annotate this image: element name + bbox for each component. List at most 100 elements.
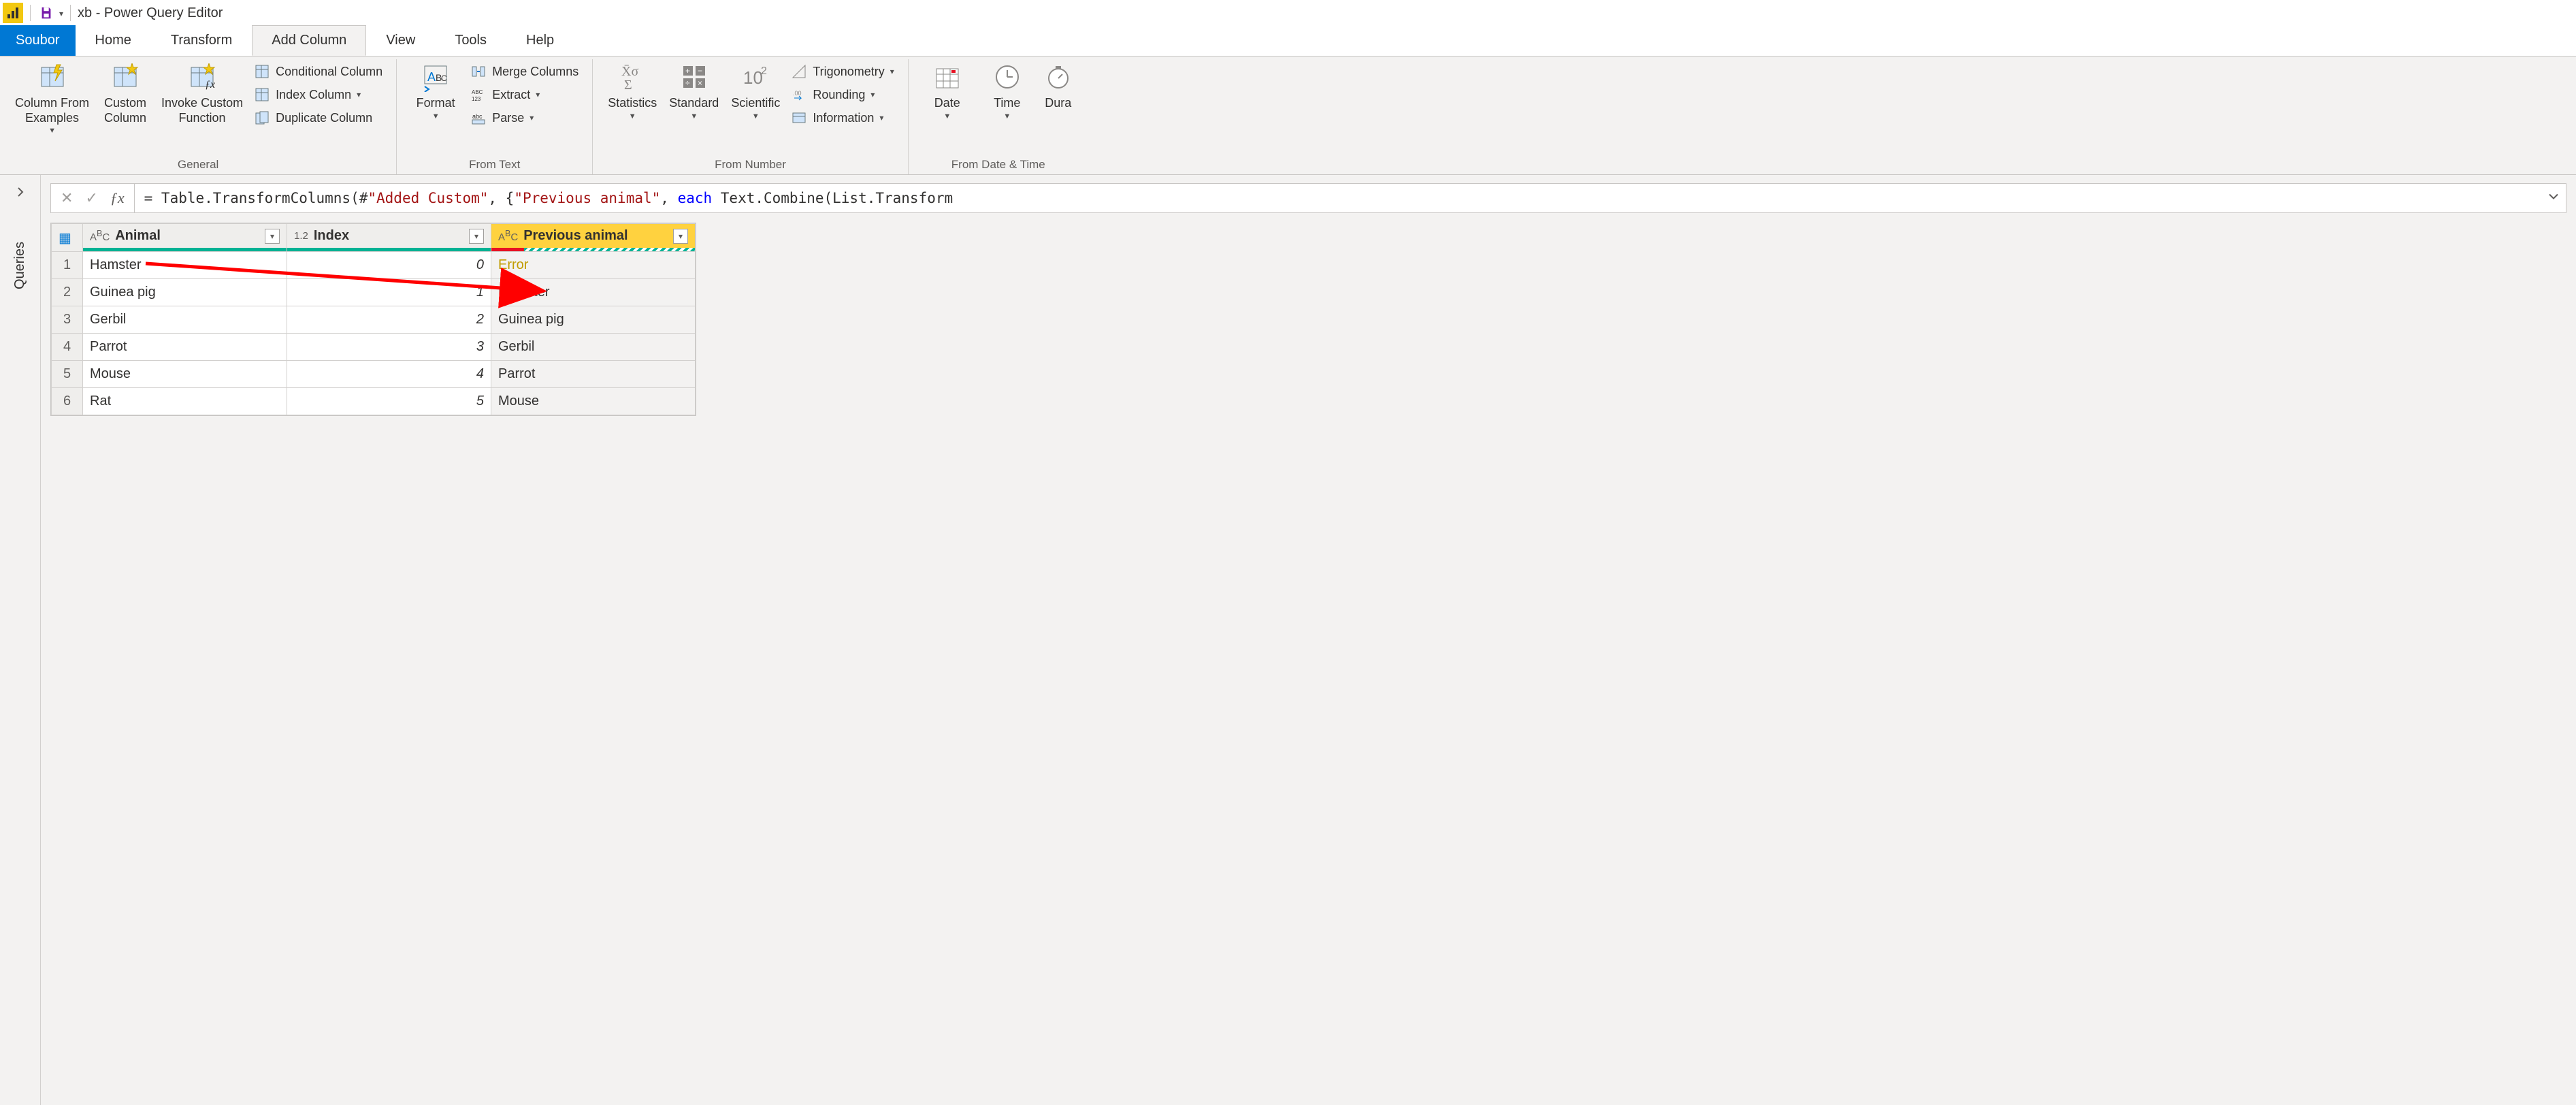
- cell-index[interactable]: 4: [287, 361, 491, 388]
- qat-dropdown[interactable]: [59, 5, 63, 20]
- scientific-icon: 102: [740, 62, 770, 92]
- save-icon[interactable]: [37, 4, 55, 22]
- clock-icon: [992, 62, 1022, 92]
- tab-file[interactable]: Soubor: [0, 25, 76, 56]
- label: Time: [994, 96, 1020, 111]
- label: Duplicate Column: [276, 111, 372, 125]
- label: Extract: [492, 88, 530, 102]
- table-row[interactable]: 6Rat5Mouse: [52, 388, 696, 415]
- queries-label: Queries: [12, 242, 28, 289]
- cell-previous-animal[interactable]: Guinea pig: [491, 306, 696, 334]
- expand-formula-icon[interactable]: [2548, 191, 2559, 206]
- column-header-animal[interactable]: ABC Animal ▾: [83, 224, 287, 252]
- cell-previous-animal[interactable]: Mouse: [491, 388, 696, 415]
- cell-index[interactable]: 1: [287, 279, 491, 306]
- svg-text:abc: abc: [472, 113, 483, 120]
- tab-transform[interactable]: Transform: [151, 25, 252, 56]
- stopwatch-icon: [1043, 62, 1073, 92]
- main-area: ✕ ✓ ƒx = Table.TransformColumns(#"Added …: [41, 175, 2576, 1105]
- data-grid[interactable]: ▦ ABC Animal ▾ 1.2: [50, 223, 696, 416]
- cell-index[interactable]: 3: [287, 334, 491, 361]
- ribbon-group-from-datetime: Date ▼ Time ▼ Dura From Date & Time: [909, 59, 1088, 174]
- chevron-down-icon: ▼: [752, 112, 760, 121]
- parse-button[interactable]: abc Parse: [466, 108, 583, 127]
- app-logo-icon: [3, 3, 23, 23]
- tab-view[interactable]: View: [366, 25, 435, 56]
- label: Trigonometry: [813, 65, 884, 79]
- rounding-icon: .00: [791, 86, 807, 103]
- time-button[interactable]: Time ▼: [978, 59, 1037, 123]
- information-button[interactable]: Information: [787, 108, 898, 127]
- column-header-previous-animal[interactable]: ABC Previous animal ▾: [491, 224, 696, 252]
- table-row[interactable]: 5Mouse4Parrot: [52, 361, 696, 388]
- duplicate-column-button[interactable]: Duplicate Column: [250, 108, 387, 127]
- table-icon: ▦: [59, 229, 71, 246]
- cell-previous-animal[interactable]: Parrot: [491, 361, 696, 388]
- custom-column-button[interactable]: Custom Column: [96, 59, 154, 128]
- rounding-button[interactable]: .00 Rounding: [787, 85, 898, 104]
- cell-animal[interactable]: Guinea pig: [83, 279, 287, 306]
- standard-button[interactable]: +−÷× Standard ▼: [664, 59, 724, 123]
- row-number[interactable]: 5: [52, 361, 83, 388]
- svg-text:ƒx: ƒx: [205, 79, 215, 91]
- invoke-custom-function-button[interactable]: ƒx Invoke Custom Function: [156, 59, 248, 128]
- cell-index[interactable]: 5: [287, 388, 491, 415]
- cancel-formula-icon[interactable]: ✕: [61, 189, 73, 207]
- table-row[interactable]: 3Gerbil2Guinea pig: [52, 306, 696, 334]
- cell-index[interactable]: 2: [287, 306, 491, 334]
- table-row[interactable]: 1Hamster0Error: [52, 252, 696, 279]
- window-title: xb - Power Query Editor: [78, 5, 223, 21]
- ribbon-group-from-number: X̄σΣ Statistics ▼ +−÷× Standard ▼ 102: [593, 59, 909, 174]
- tab-help[interactable]: Help: [506, 25, 574, 56]
- conditional-column-button[interactable]: Conditional Column: [250, 62, 387, 81]
- separator: [70, 5, 71, 21]
- duration-button[interactable]: Dura: [1038, 59, 1079, 114]
- row-number[interactable]: 2: [52, 279, 83, 306]
- label: Index Column: [276, 88, 351, 102]
- scientific-button[interactable]: 102 Scientific ▼: [725, 59, 785, 123]
- svg-text:.00: .00: [793, 90, 802, 97]
- tab-add-column[interactable]: Add Column: [252, 25, 366, 56]
- formula-input[interactable]: = Table.TransformColumns(#"Added Custom"…: [135, 183, 2566, 213]
- statistics-button[interactable]: X̄σΣ Statistics ▼: [602, 59, 662, 123]
- index-column-button[interactable]: Index Column: [250, 85, 387, 104]
- tab-home[interactable]: Home: [76, 25, 151, 56]
- cell-previous-animal[interactable]: Hamster: [491, 279, 696, 306]
- svg-text:10: 10: [743, 67, 763, 88]
- cell-previous-animal[interactable]: Error: [491, 252, 696, 279]
- filter-dropdown-icon[interactable]: ▾: [469, 229, 484, 244]
- label: Information: [813, 111, 874, 125]
- row-number[interactable]: 1: [52, 252, 83, 279]
- merge-columns-button[interactable]: Merge Columns: [466, 62, 583, 81]
- cell-index[interactable]: 0: [287, 252, 491, 279]
- cell-animal[interactable]: Hamster: [83, 252, 287, 279]
- calendar-icon: [932, 62, 962, 92]
- formula-text: Text.Combine(List.Transform: [712, 190, 953, 206]
- cell-previous-animal[interactable]: Gerbil: [491, 334, 696, 361]
- row-number[interactable]: 3: [52, 306, 83, 334]
- table-row[interactable]: 4Parrot3Gerbil: [52, 334, 696, 361]
- filter-dropdown-icon[interactable]: ▾: [265, 229, 280, 244]
- column-header-index[interactable]: 1.2 Index ▾: [287, 224, 491, 252]
- row-number[interactable]: 4: [52, 334, 83, 361]
- extract-button[interactable]: ABC123 Extract: [466, 85, 583, 104]
- tab-tools[interactable]: Tools: [435, 25, 506, 56]
- label: Format: [417, 96, 455, 111]
- format-button[interactable]: ABC Format ▼: [406, 59, 465, 123]
- column-from-examples-button[interactable]: Column From Examples ▼: [10, 59, 95, 138]
- accept-formula-icon[interactable]: ✓: [85, 189, 97, 207]
- cell-animal[interactable]: Rat: [83, 388, 287, 415]
- cell-animal[interactable]: Mouse: [83, 361, 287, 388]
- trigonometry-button[interactable]: Trigonometry: [787, 62, 898, 81]
- group-label: From Date & Time: [951, 157, 1045, 174]
- table-row[interactable]: 2Guinea pig1Hamster: [52, 279, 696, 306]
- cell-animal[interactable]: Gerbil: [83, 306, 287, 334]
- expand-queries-button[interactable]: [12, 183, 29, 201]
- label: Column From Examples: [15, 96, 89, 125]
- row-number[interactable]: 6: [52, 388, 83, 415]
- select-all-corner[interactable]: ▦: [52, 224, 83, 252]
- filter-dropdown-icon[interactable]: ▾: [673, 229, 688, 244]
- svg-text:×: ×: [698, 78, 702, 88]
- cell-animal[interactable]: Parrot: [83, 334, 287, 361]
- date-button[interactable]: Date ▼: [918, 59, 977, 123]
